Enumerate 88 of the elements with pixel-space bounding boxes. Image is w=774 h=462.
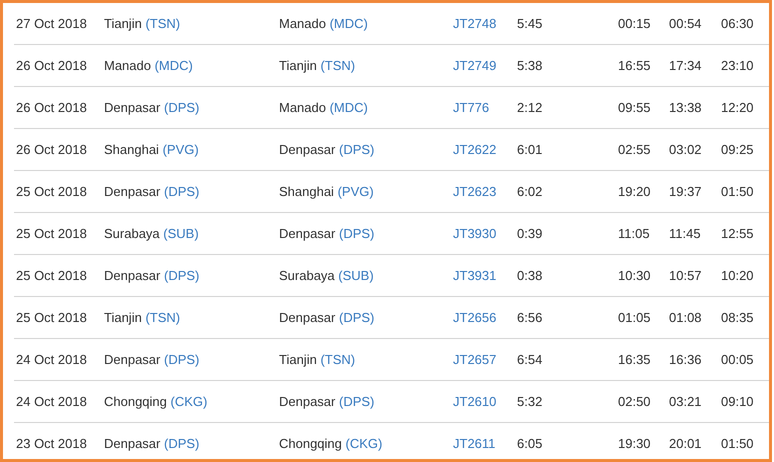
origin-cell-text: Tianjin (TSN) bbox=[104, 310, 182, 325]
destination-cell-text: Tianjin (TSN) bbox=[279, 352, 356, 367]
origin-cell-text: Tianjin (TSN) bbox=[104, 16, 182, 31]
duration-cell-text: 6:05 bbox=[517, 436, 544, 451]
destination-cell-text: Tianjin (TSN) bbox=[279, 58, 356, 73]
time-cell-text: 03:21 bbox=[669, 394, 703, 409]
duration-cell-text: 0:38 bbox=[517, 268, 544, 283]
duration-cell-text: 5:45 bbox=[517, 16, 544, 31]
time-cell-text: 00:15 bbox=[618, 16, 652, 31]
time-cell-text: 00:54 bbox=[669, 16, 703, 31]
date-cell-text: 24 Oct 2018 bbox=[16, 394, 88, 409]
flight-link[interactable]: JT2610 bbox=[453, 394, 496, 409]
time-cell-text: 09:55 bbox=[618, 100, 652, 115]
flight-link[interactable]: JT2623 bbox=[453, 184, 496, 199]
time-cell-text: 10:30 bbox=[618, 268, 652, 283]
time-cell-text: 03:02 bbox=[669, 142, 703, 157]
destination-cell-text: Denpasar (DPS) bbox=[279, 226, 376, 241]
origin-cell-text: Denpasar (DPS) bbox=[104, 268, 200, 283]
date-cell-text: 25 Oct 2018 bbox=[16, 226, 88, 241]
time-cell-text: 10:20 bbox=[721, 268, 755, 283]
time-cell-text: 12:20 bbox=[721, 100, 755, 115]
time-cell-text: 13:38 bbox=[669, 100, 703, 115]
time-cell-text: 09:10 bbox=[721, 394, 755, 409]
date-cell-text: 24 Oct 2018 bbox=[16, 352, 88, 367]
origin-cell-text: Denpasar (DPS) bbox=[104, 436, 200, 451]
origin-cell-text: Denpasar (DPS) bbox=[104, 352, 200, 367]
time-cell-text: 11:45 bbox=[669, 226, 702, 241]
time-cell-text: 10:57 bbox=[669, 268, 703, 283]
time-cell-text: 16:36 bbox=[669, 352, 703, 367]
date-cell-text: 23 Oct 2018 bbox=[16, 436, 88, 451]
origin-cell-text: Denpasar (DPS) bbox=[104, 100, 200, 115]
origin-cell-text: Denpasar (DPS) bbox=[104, 184, 200, 199]
flight-link[interactable]: JT2657 bbox=[453, 352, 496, 367]
origin-cell-text: Chongqing (CKG) bbox=[104, 394, 208, 409]
date-cell-text: 26 Oct 2018 bbox=[16, 58, 88, 73]
duration-cell-text: 2:12 bbox=[517, 100, 544, 115]
destination-cell-text: Denpasar (DPS) bbox=[279, 142, 376, 157]
origin-cell-text: Shanghai (PVG) bbox=[104, 142, 200, 157]
duration-cell-text: 0:39 bbox=[517, 226, 544, 241]
duration-cell-text: 6:56 bbox=[517, 310, 544, 325]
flight-link[interactable]: JT2622 bbox=[453, 142, 496, 157]
flight-link[interactable]: JT3931 bbox=[453, 268, 496, 283]
destination-cell-text: Denpasar (DPS) bbox=[279, 310, 376, 325]
time-cell-text: 01:05 bbox=[618, 310, 652, 325]
destination-cell-text: Manado (MDC) bbox=[279, 100, 369, 115]
flight-link[interactable]: JT2611 bbox=[453, 436, 496, 451]
destination-cell-text: Chongqing (CKG) bbox=[279, 436, 384, 451]
origin-cell-text: Manado (MDC) bbox=[104, 58, 194, 73]
time-cell-text: 01:50 bbox=[721, 436, 755, 451]
date-cell-text: 26 Oct 2018 bbox=[16, 100, 88, 115]
time-cell-text: 11:05 bbox=[618, 226, 651, 241]
time-cell-text: 08:35 bbox=[721, 310, 755, 325]
time-cell-text: 19:37 bbox=[669, 184, 703, 199]
flight-link[interactable]: JT2656 bbox=[453, 310, 496, 325]
destination-cell-text: Shanghai (PVG) bbox=[279, 184, 375, 199]
destination-cell-text: Denpasar (DPS) bbox=[279, 394, 376, 409]
flight-link[interactable]: JT2749 bbox=[453, 58, 496, 73]
date-cell-text: 25 Oct 2018 bbox=[16, 184, 88, 199]
time-cell-text: 12:55 bbox=[721, 226, 755, 241]
destination-cell-text: Manado (MDC) bbox=[279, 16, 369, 31]
flight-link[interactable]: JT3930 bbox=[453, 226, 496, 241]
time-cell-text: 06:30 bbox=[721, 16, 755, 31]
date-cell-text: 25 Oct 2018 bbox=[16, 268, 88, 283]
duration-cell-text: 6:01 bbox=[517, 142, 544, 157]
time-cell-text: 16:35 bbox=[618, 352, 652, 367]
time-cell-text: 20:01 bbox=[669, 436, 703, 451]
time-cell-text: 19:20 bbox=[618, 184, 652, 199]
duration-cell-text: 6:54 bbox=[517, 352, 544, 367]
date-cell-text: 27 Oct 2018 bbox=[16, 16, 88, 31]
time-cell-text: 16:55 bbox=[618, 58, 652, 73]
time-cell-text: 19:30 bbox=[618, 436, 652, 451]
date-cell-text: 26 Oct 2018 bbox=[16, 142, 88, 157]
time-cell-text: 02:55 bbox=[618, 142, 652, 157]
duration-cell-text: 6:02 bbox=[517, 184, 544, 199]
time-cell-text: 17:34 bbox=[669, 58, 703, 73]
destination-cell-text: Surabaya (SUB) bbox=[279, 268, 375, 283]
duration-cell-text: 5:38 bbox=[517, 58, 544, 73]
time-cell-text: 00:05 bbox=[721, 352, 755, 367]
duration-cell-text: 5:32 bbox=[517, 394, 544, 409]
flight-link[interactable]: JT776 bbox=[453, 100, 490, 115]
time-cell-text: 01:08 bbox=[669, 310, 703, 325]
date-cell-text: 25 Oct 2018 bbox=[16, 310, 88, 325]
time-cell-text: 02:50 bbox=[618, 394, 652, 409]
time-cell-text: 09:25 bbox=[721, 142, 755, 157]
time-cell-text: 01:50 bbox=[721, 184, 755, 199]
origin-cell-text: Surabaya (SUB) bbox=[104, 226, 200, 241]
time-cell-text: 23:10 bbox=[721, 58, 755, 73]
flight-link[interactable]: JT2748 bbox=[453, 16, 496, 31]
